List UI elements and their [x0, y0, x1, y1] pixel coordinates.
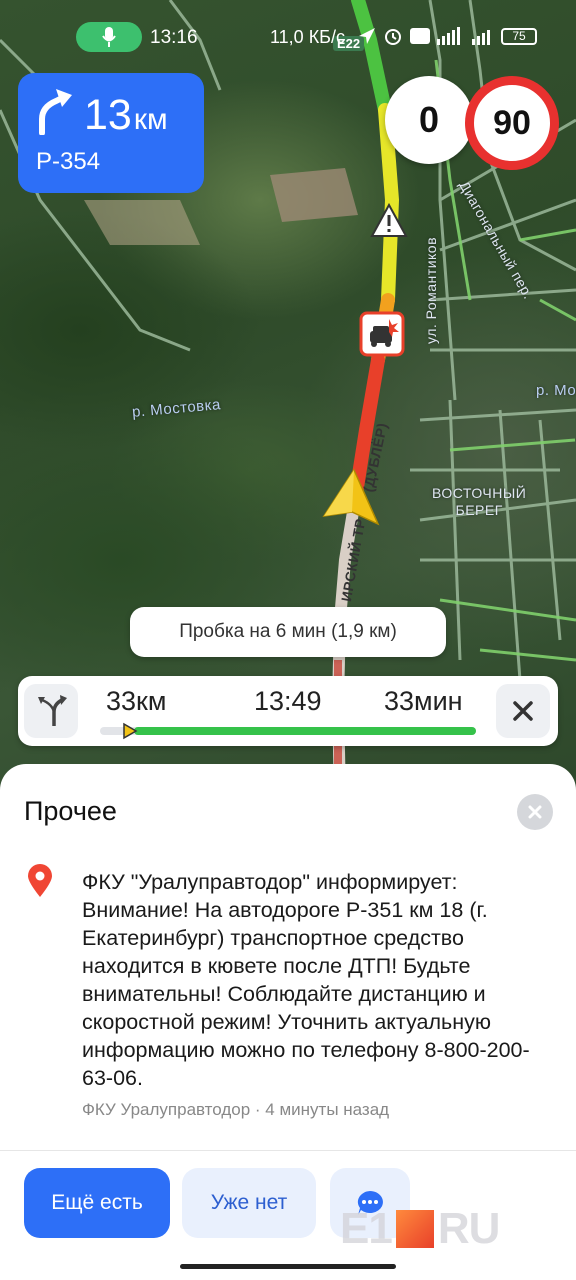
sheet-close-button[interactable] — [517, 794, 553, 830]
maneuver-distance-unit: км — [133, 103, 168, 136]
remaining-time: 33мин — [384, 686, 463, 716]
signal-2-icon — [472, 30, 490, 45]
event-details-sheet: Прочее ФКУ "Уралуправтодор" информирует:… — [0, 764, 576, 1280]
maneuver-card[interactable]: 13км Р-354 — [18, 73, 204, 193]
volte-icon — [410, 28, 430, 44]
sheet-title: Прочее — [24, 796, 117, 826]
location-arrow-icon — [359, 28, 375, 44]
battery-icon: 75 — [501, 27, 537, 45]
maneuver-road: Р-354 — [36, 148, 101, 175]
route-position-marker-icon — [123, 722, 138, 740]
close-icon — [513, 701, 533, 721]
map-pin-icon — [28, 864, 52, 897]
current-position-arrow-icon — [322, 468, 380, 526]
microphone-icon — [102, 27, 116, 47]
route-progress-bar — [100, 722, 476, 740]
watermark-square — [395, 1210, 434, 1248]
street-label-romantikov: ул. Романтиков — [423, 236, 439, 344]
warning-icon[interactable] — [370, 203, 408, 239]
alarm-icon — [385, 29, 401, 45]
route-progress-fill — [133, 727, 476, 735]
close-route-button[interactable] — [496, 684, 550, 738]
divider — [0, 1150, 576, 1151]
remaining-distance: 33км — [106, 686, 167, 716]
battery-level: 75 — [512, 29, 526, 43]
network-speed: 11,0 КБ/с — [270, 27, 345, 47]
home-indicator[interactable] — [180, 1264, 396, 1269]
route-overview-button[interactable] — [24, 684, 78, 738]
watermark-right: RU — [437, 1204, 501, 1253]
watermark-logo: E1 RU — [340, 1204, 501, 1254]
gone-button[interactable]: Уже нет — [182, 1168, 316, 1238]
route-info-bar[interactable]: 33км 13:49 33мин — [18, 676, 558, 746]
maneuver-distance: 13км — [84, 91, 168, 140]
turn-right-arrow-icon — [39, 89, 72, 135]
status-bar: 13:16 E22 11,0 КБ/с 75 — [0, 22, 576, 54]
signal-icon — [437, 27, 460, 45]
watermark-left: E1 — [340, 1204, 393, 1253]
fork-route-icon — [38, 695, 67, 726]
still-there-button[interactable]: Ещё есть — [24, 1168, 170, 1238]
river-label-2: р. Мос — [536, 382, 576, 399]
arrival-time: 13:49 — [254, 686, 322, 716]
traffic-jam-tooltip[interactable]: Пробка на 6 мин (1,9 км) — [130, 607, 446, 657]
event-message: ФКУ "Уралуправтодор" информирует: Вниман… — [82, 870, 530, 1090]
district-label: ВОСТОЧНЫЙ БЕРЕГ — [432, 485, 527, 518]
accident-icon[interactable] — [359, 311, 405, 357]
status-time: 13:16 — [150, 27, 198, 48]
mic-indicator[interactable] — [76, 22, 142, 52]
speed-limit-sign: 90 — [465, 76, 559, 170]
maneuver-distance-value: 13 — [84, 91, 132, 139]
close-icon — [528, 805, 542, 819]
current-speed: 0 — [385, 76, 473, 164]
event-source: ФКУ Уралуправтодор · 4 минуты назад — [82, 1100, 390, 1119]
